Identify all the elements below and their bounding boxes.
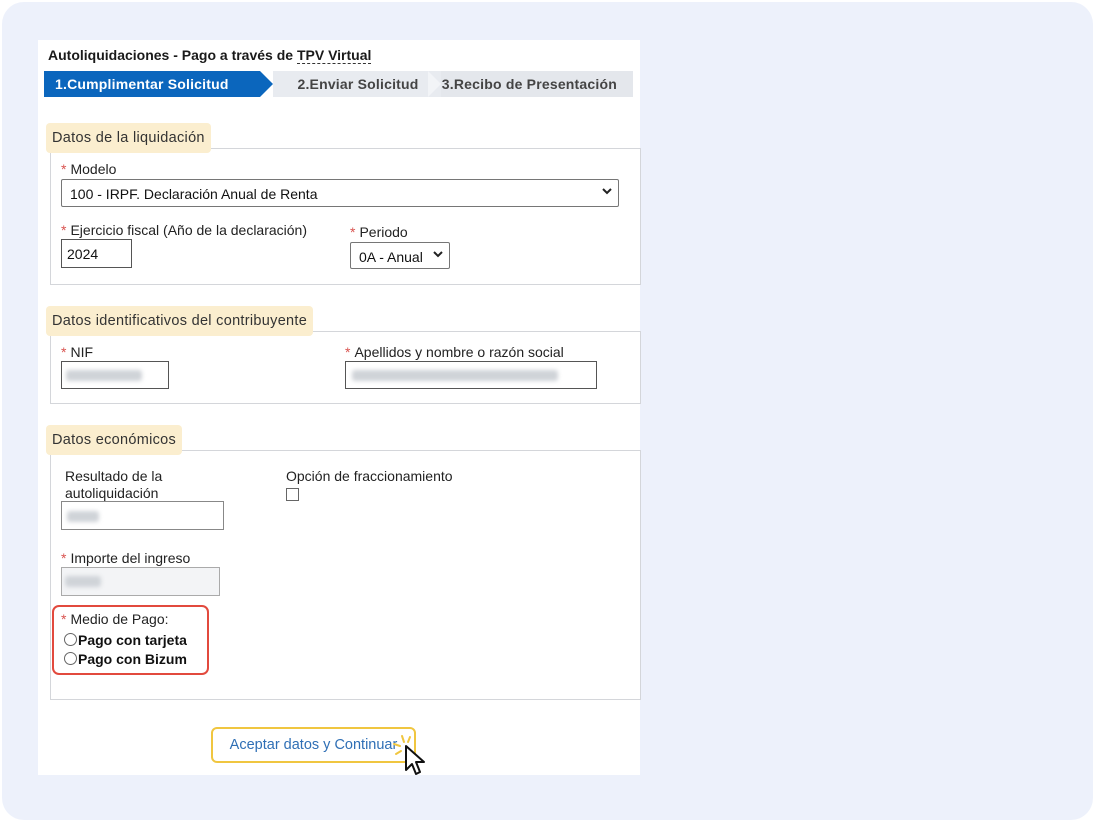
pago-bizum-label: Pago con Bizum [78, 651, 187, 667]
fraccionamiento-checkbox[interactable] [286, 488, 299, 501]
importe-label: * Importe del ingreso [61, 550, 190, 566]
liquidacion-fieldset [50, 148, 641, 285]
ejercicio-input-value: 2024 [67, 246, 99, 262]
modelo-label: * Modelo [61, 161, 116, 177]
redacted-importe [65, 576, 101, 587]
step-3-label: 3.Recibo de Presentación [441, 76, 617, 92]
required-mark: * [61, 550, 67, 566]
step-1-label: 1.Cumplimentar Solicitud [55, 76, 229, 92]
required-mark: * [61, 344, 67, 360]
step-enviar-solicitud: 2.Enviar Solicitud [273, 71, 443, 97]
redacted-nombre [352, 370, 558, 381]
modelo-select[interactable]: 100 - IRPF. Declaración Anual de Renta [61, 179, 619, 207]
resultado-label: Resultado de la autoliquidación [65, 468, 162, 502]
step-2-label: 2.Enviar Solicitud [297, 76, 419, 92]
nombre-label-text: Apellidos y nombre o razón social [354, 344, 564, 360]
redacted-nif [66, 370, 142, 381]
required-mark: * [350, 224, 356, 240]
ejercicio-input[interactable]: 2024 [61, 239, 132, 268]
tpv-virtual-link[interactable]: TPV Virtual [296, 47, 372, 64]
nombre-input[interactable] [345, 361, 597, 389]
step-1-arrow [260, 71, 273, 97]
aceptar-continuar-button[interactable]: Aceptar datos y Continuar [211, 727, 416, 763]
nif-input[interactable] [61, 361, 169, 389]
pago-tarjeta-label: Pago con tarjeta [78, 632, 187, 648]
ejercicio-label: * Ejercicio fiscal (Año de la declaración… [61, 222, 307, 238]
required-mark: * [345, 344, 351, 360]
nif-label: * NIF [61, 344, 93, 360]
step-recibo-presentacion: 3.Recibo de Presentación [441, 71, 633, 97]
medio-pago-label-text: Medio de Pago: [70, 611, 169, 627]
chevron-down-icon [602, 188, 612, 195]
chevron-down-icon [433, 251, 443, 258]
step-cumplimentar-solicitud: 1.Cumplimentar Solicitud [44, 71, 260, 97]
page-title-prefix: Autoliquidaciones - Pago a través de [48, 47, 297, 63]
fraccionamiento-label: Opción de fraccionamiento [286, 468, 453, 484]
resultado-label-line-1: Resultado de la [65, 468, 163, 484]
nombre-label: * Apellidos y nombre o razón social [345, 344, 564, 360]
economicos-legend: Datos económicos [46, 425, 183, 455]
required-mark: * [61, 161, 67, 177]
pago-tarjeta-radio[interactable] [64, 633, 77, 646]
step-2-arrow [428, 71, 441, 97]
redacted-resultado [67, 511, 99, 522]
ejercicio-label-text: Ejercicio fiscal (Año de la declaración) [70, 222, 308, 238]
pointer-cursor-icon [393, 735, 425, 775]
modelo-label-text: Modelo [70, 161, 117, 177]
required-mark: * [61, 222, 67, 238]
medio-pago-label: * Medio de Pago: [61, 611, 169, 627]
periodo-select[interactable]: 0A - Anual [350, 242, 450, 269]
nif-label-text: NIF [70, 344, 94, 360]
importe-input [61, 567, 220, 596]
periodo-label: * Periodo [350, 224, 408, 240]
required-mark: * [61, 611, 67, 627]
periodo-select-value: 0A - Anual [359, 249, 423, 265]
contribuyente-legend: Datos identificativos del contribuyente [46, 306, 314, 336]
modelo-select-value: 100 - IRPF. Declaración Anual de Renta [70, 186, 318, 202]
resultado-input [61, 501, 224, 530]
periodo-label-text: Periodo [359, 224, 408, 240]
pago-bizum-radio[interactable] [64, 652, 77, 665]
pago-bizum-option[interactable]: Pago con Bizum [64, 651, 187, 667]
liquidacion-legend: Datos de la liquidación [46, 123, 211, 153]
wizard-steps: 2.Enviar Solicitud 3.Recibo de Presentac… [44, 71, 633, 97]
resultado-label-line-2: autoliquidación [65, 485, 159, 501]
pago-tarjeta-option[interactable]: Pago con tarjeta [64, 632, 187, 648]
page-title: Autoliquidaciones - Pago a través de TPV… [48, 47, 372, 64]
importe-label-text: Importe del ingreso [70, 550, 191, 566]
